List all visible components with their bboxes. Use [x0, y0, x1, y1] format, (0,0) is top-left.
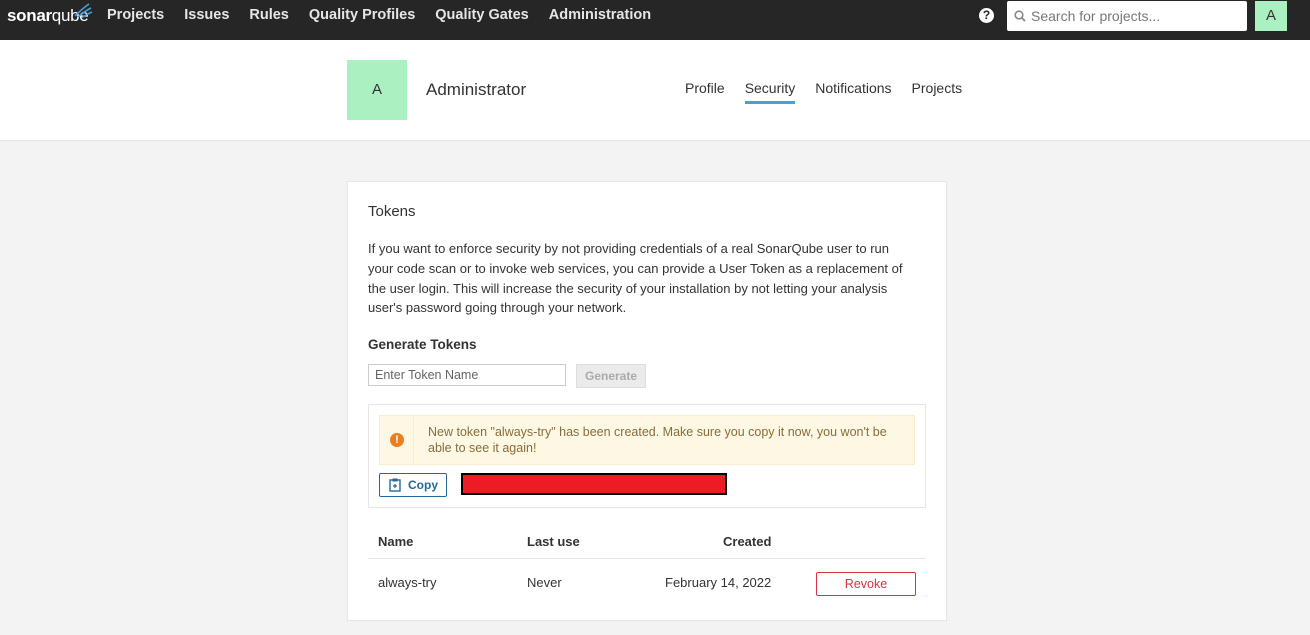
clipboard-icon	[389, 478, 401, 492]
search-box	[1007, 1, 1247, 31]
generate-button[interactable]: Generate	[576, 364, 646, 388]
alert-icon-container: !	[380, 416, 414, 464]
account-avatar: A	[347, 60, 407, 120]
col-name: Name	[378, 534, 414, 549]
table-header: Name Last use Created	[368, 522, 926, 559]
tokens-card: Tokens If you want to enforce security b…	[347, 181, 947, 621]
search-icon	[1014, 10, 1026, 22]
token-last-use: Never	[527, 575, 562, 590]
account-tabs: Profile Security Notifications Projects	[685, 80, 982, 104]
tab-profile[interactable]: Profile	[685, 80, 725, 104]
warning-alert: ! New token "always-try" has been create…	[379, 415, 915, 465]
nav-quality-gates[interactable]: Quality Gates	[435, 0, 528, 40]
search-input[interactable]	[1031, 1, 1241, 31]
tab-security[interactable]: Security	[744, 80, 796, 104]
table-row: always-try Never February 14, 2022 Revok…	[368, 559, 926, 609]
nav-quality-profiles[interactable]: Quality Profiles	[309, 0, 415, 40]
logo-waves-icon	[74, 3, 93, 18]
col-created: Created	[723, 534, 772, 549]
revoke-button[interactable]: Revoke	[816, 572, 916, 596]
copy-button[interactable]: Copy	[379, 473, 447, 497]
token-created: February 14, 2022	[665, 575, 772, 590]
nav-projects[interactable]: Projects	[107, 0, 164, 40]
top-navbar: sonarqube Projects Issues Rules Quality …	[0, 0, 1310, 40]
tokens-title: Tokens	[368, 203, 416, 220]
token-name-input[interactable]	[368, 364, 566, 386]
help-icon[interactable]: ?	[979, 8, 994, 23]
token-name: always-try	[378, 575, 437, 590]
tokens-table: Name Last use Created always-try Never F…	[368, 522, 926, 609]
main-nav: Projects Issues Rules Quality Profiles Q…	[107, 0, 671, 40]
col-last-use: Last use	[527, 534, 580, 549]
alert-message: New token "always-try" has been created.…	[428, 425, 887, 455]
warning-icon: !	[390, 433, 404, 447]
new-token-box: ! New token "always-try" has been create…	[368, 404, 926, 508]
copy-label: Copy	[408, 478, 438, 492]
sonarqube-logo[interactable]: sonarqube	[7, 3, 93, 28]
nav-issues[interactable]: Issues	[184, 0, 229, 40]
nav-administration[interactable]: Administration	[549, 0, 651, 40]
account-header: A Administrator Profile Security Notific…	[0, 40, 1310, 141]
tab-projects[interactable]: Projects	[912, 80, 963, 104]
tab-notifications[interactable]: Notifications	[815, 80, 891, 104]
user-avatar[interactable]: A	[1255, 1, 1287, 31]
nav-rules[interactable]: Rules	[249, 0, 289, 40]
account-name: Administrator	[426, 80, 527, 99]
generate-tokens-title: Generate Tokens	[368, 337, 477, 352]
tokens-description: If you want to enforce security by not p…	[368, 241, 903, 316]
redacted-token	[461, 473, 727, 495]
